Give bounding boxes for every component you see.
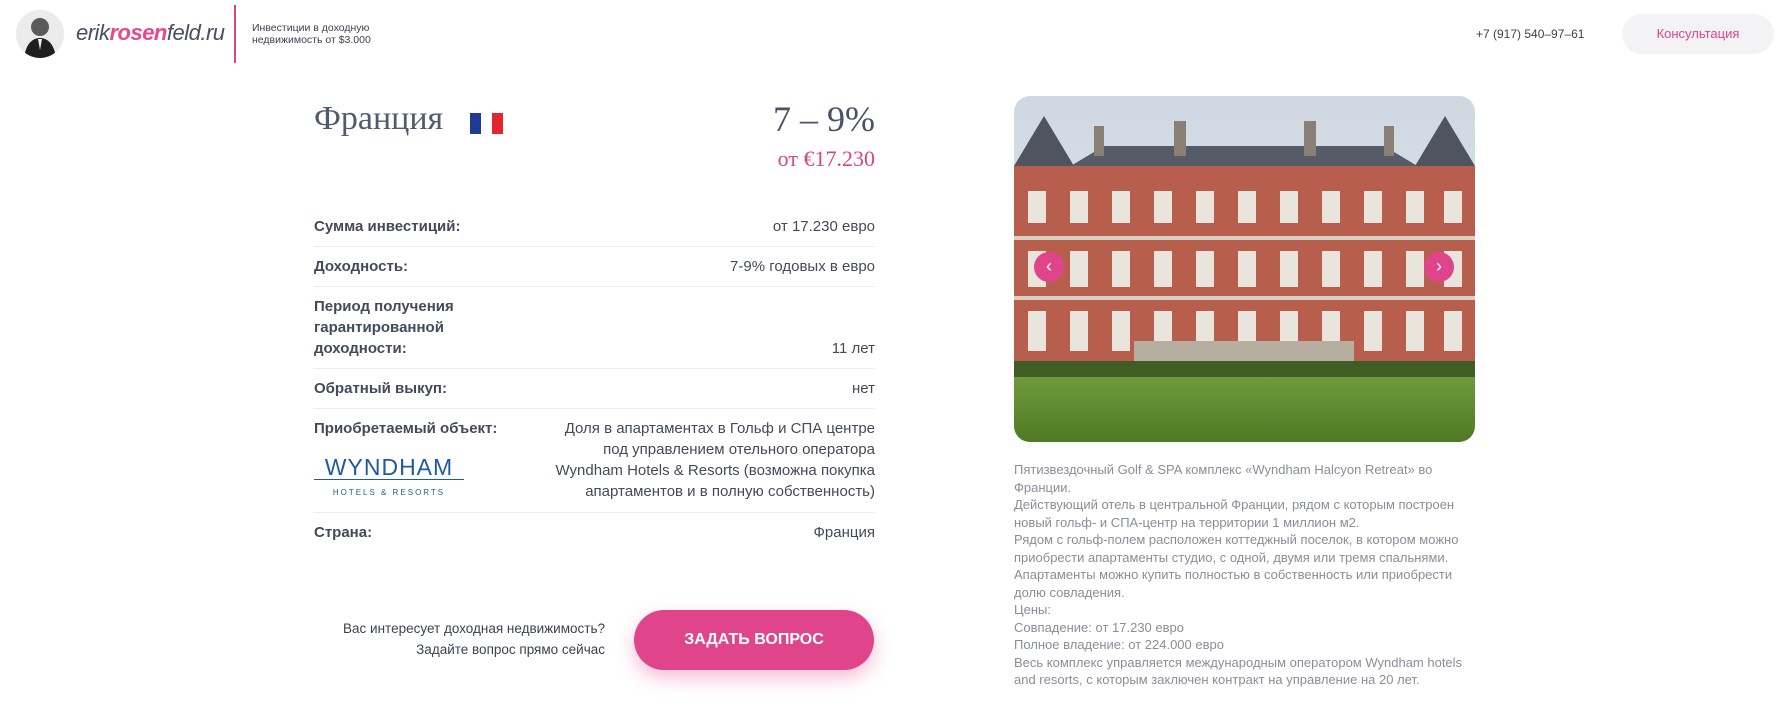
property-photo bbox=[1014, 96, 1475, 442]
country-title: Франция bbox=[314, 100, 444, 137]
description-paragraph: Рядом с гольф-полем расположен коттеджны… bbox=[1014, 532, 1459, 565]
site-logo[interactable]: erikrosenfeld.ru bbox=[76, 20, 225, 46]
logo-accent: rosen bbox=[109, 20, 167, 45]
detail-label: Обратный выкуп: bbox=[314, 380, 447, 397]
detail-label: Приобретаемый объект: bbox=[314, 420, 498, 437]
detail-value: 7-9% годовых в евро bbox=[730, 258, 875, 275]
flag-stripe-white bbox=[481, 113, 492, 134]
detail-row: Сумма инвестиций: от 17.230 евро bbox=[314, 207, 875, 247]
description-paragraph: Действующий отель в центральной Франции,… bbox=[1014, 497, 1455, 530]
header-divider bbox=[234, 5, 236, 63]
description-paragraph: Весь комплекс управляется международным … bbox=[1014, 654, 1463, 688]
details-table: Сумма инвестиций: от 17.230 евро Доходно… bbox=[314, 207, 875, 552]
site-header: erikrosenfeld.ru Инвестиции в доходную н… bbox=[0, 0, 1789, 66]
yield-range: 7 – 9% bbox=[773, 99, 875, 139]
detail-row: Период получения гарантированной доходно… bbox=[314, 287, 875, 369]
detail-label-group: Приобретаемый объект: WYNDHAM HOTELS & R… bbox=[314, 418, 504, 503]
cta-text: Вас интересует доходная недвижимость? За… bbox=[343, 618, 605, 660]
detail-label: Страна: bbox=[314, 524, 373, 541]
description-paragraph: Совпадение: от 17.230 евро bbox=[1014, 619, 1184, 635]
cta-line-2: Задайте вопрос прямо сейчас bbox=[416, 642, 605, 657]
description-paragraph: Цены: bbox=[1014, 602, 1051, 617]
header-tagline: Инвестиции в доходную недвижимость от $3… bbox=[252, 22, 371, 46]
detail-label: Период получения гарантированной доходно… bbox=[314, 298, 454, 357]
flag-stripe-blue bbox=[470, 113, 481, 134]
detail-value: Франция bbox=[813, 524, 875, 541]
france-flag-icon bbox=[470, 113, 503, 134]
ask-question-button[interactable]: ЗАДАТЬ ВОПРОС bbox=[634, 610, 874, 670]
avatar bbox=[16, 10, 64, 58]
price-from: от €17.230 bbox=[777, 146, 875, 171]
description-paragraph: Пятизвездочный Golf & SPA комплекс «Wynd… bbox=[1014, 462, 1433, 495]
phone-number[interactable]: +7 (917) 540–97–61 bbox=[1476, 27, 1584, 41]
detail-value: 11 лет bbox=[831, 340, 875, 357]
detail-value: нет bbox=[852, 380, 875, 397]
property-description: Пятизвездочный Golf & SPA комплекс «Wynd… bbox=[1014, 461, 1484, 689]
flag-stripe-red bbox=[492, 113, 503, 134]
detail-value: от 17.230 евро bbox=[772, 218, 875, 235]
detail-row: Доходность: 7-9% годовых в евро bbox=[314, 247, 875, 287]
detail-label: Доходность: bbox=[314, 258, 409, 275]
cta-line-1: Вас интересует доходная недвижимость? bbox=[343, 621, 605, 636]
detail-row: Страна: Франция bbox=[314, 513, 875, 552]
detail-row: Обратный выкуп: нет bbox=[314, 369, 875, 409]
detail-label: Сумма инвестиций: bbox=[314, 218, 461, 235]
detail-row: Приобретаемый объект: WYNDHAM HOTELS & R… bbox=[314, 409, 875, 513]
detail-value: Доля в апартаментах в Гольф и СПА центре… bbox=[555, 420, 875, 500]
wyndham-logo-title: WYNDHAM bbox=[324, 454, 454, 480]
consultation-button[interactable]: Консультация bbox=[1622, 14, 1774, 54]
logo-suffix: feld.ru bbox=[166, 20, 225, 45]
logo-prefix: erik bbox=[76, 20, 110, 45]
description-paragraph: Полное владение: от 224.000 евро bbox=[1014, 637, 1224, 652]
wyndham-logo: WYNDHAM HOTELS & RESORTS bbox=[314, 454, 464, 503]
slider-prev-button[interactable]: ‹ bbox=[1034, 252, 1064, 282]
description-paragraph: Апартаменты можно купить полностью в соб… bbox=[1014, 567, 1453, 600]
wyndham-logo-subtitle: HOTELS & RESORTS bbox=[314, 479, 464, 503]
slider-next-button[interactable]: › bbox=[1424, 252, 1454, 282]
